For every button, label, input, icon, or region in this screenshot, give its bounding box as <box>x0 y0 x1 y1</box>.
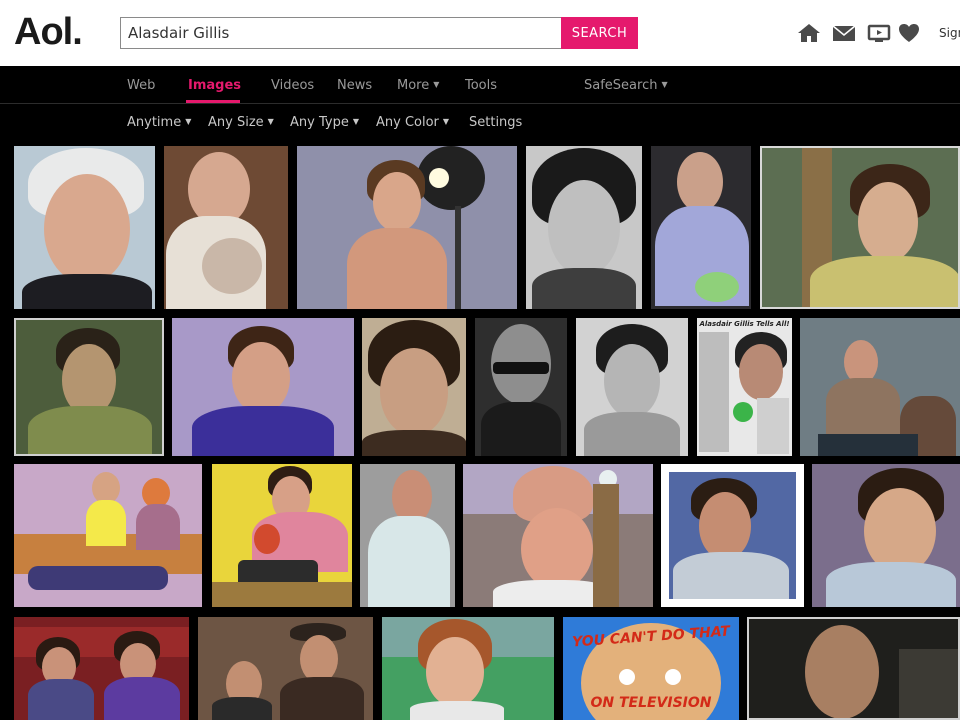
image-result[interactable] <box>747 617 960 720</box>
image-result[interactable] <box>800 318 960 456</box>
chevron-down-icon: ▼ <box>661 80 668 89</box>
tab-label: SafeSearch <box>584 78 658 93</box>
image-result[interactable] <box>661 464 804 607</box>
filter-time[interactable]: Anytime ▼ <box>127 115 191 130</box>
image-result[interactable] <box>475 318 567 456</box>
image-result[interactable] <box>360 464 455 607</box>
chevron-down-icon: ▼ <box>267 117 274 126</box>
filter-bar: Anytime ▼ Any Size ▼ Any Type ▼ Any Color ▼ … <box>0 105 960 141</box>
filter-label: Any Size <box>208 115 264 130</box>
search-input[interactable] <box>121 18 561 48</box>
image-result[interactable] <box>463 464 653 607</box>
chevron-down-icon: ▼ <box>352 117 359 126</box>
image-result[interactable] <box>14 318 164 456</box>
image-result[interactable] <box>164 146 288 309</box>
header: Aol. SEARCH Sign <box>0 0 960 66</box>
tab-label: Tools <box>465 78 498 93</box>
filter-color[interactable]: Any Color ▼ <box>376 115 449 130</box>
sign-in-link[interactable]: Sign <box>939 26 960 40</box>
filter-settings[interactable]: Settings <box>469 115 522 130</box>
filter-size[interactable]: Any Size ▼ <box>208 115 274 130</box>
tab-web[interactable]: Web <box>127 78 155 93</box>
tab-news[interactable]: News <box>337 78 372 93</box>
chevron-down-icon: ▼ <box>442 117 450 126</box>
image-result[interactable] <box>526 146 642 309</box>
image-results-grid: Alasdair Gillis Tells All! YOU CAN'T DO … <box>0 141 960 720</box>
tab-label: Images <box>188 78 242 93</box>
image-result[interactable] <box>576 318 688 456</box>
aol-logo[interactable]: Aol. <box>14 10 83 54</box>
tab-more[interactable]: More ▼ <box>397 78 439 93</box>
heart-icon[interactable] <box>896 22 922 44</box>
image-result[interactable]: Alasdair Gillis Tells All! <box>697 318 792 456</box>
chevron-down-icon: ▼ <box>185 117 192 126</box>
filter-label: Any Color <box>376 115 439 130</box>
filter-label: Any Type <box>290 115 349 130</box>
active-tab-indicator <box>186 100 240 103</box>
tab-label: Web <box>127 78 156 93</box>
search-box[interactable] <box>120 17 562 49</box>
image-result[interactable] <box>14 617 189 720</box>
tab-tools[interactable]: Tools <box>465 78 497 93</box>
search-tabs: Web Images Videos News More ▼ Tools SafeS… <box>0 66 960 104</box>
image-result[interactable]: YOU CAN'T DO THAT ON TELEVISION <box>563 617 739 720</box>
safesearch-dropdown[interactable]: SafeSearch ▼ <box>584 78 668 93</box>
search-button[interactable]: SEARCH <box>561 17 638 49</box>
tv-icon[interactable] <box>866 22 892 44</box>
mail-icon[interactable] <box>831 22 857 44</box>
image-result[interactable] <box>14 146 155 309</box>
tab-label: More <box>397 78 430 93</box>
home-icon[interactable] <box>796 22 822 44</box>
image-result[interactable] <box>812 464 960 607</box>
image-result[interactable] <box>651 146 751 309</box>
filter-type[interactable]: Any Type ▼ <box>290 115 359 130</box>
filter-label: Settings <box>469 115 523 130</box>
tab-videos[interactable]: Videos <box>271 78 314 93</box>
clipping-headline: Alasdair Gillis Tells All! <box>699 320 790 328</box>
tab-images[interactable]: Images <box>188 78 241 93</box>
image-result[interactable] <box>198 617 373 720</box>
chevron-down-icon: ▼ <box>433 80 440 89</box>
image-result[interactable] <box>172 318 354 456</box>
tab-label: Videos <box>271 78 315 93</box>
image-result[interactable] <box>212 464 352 607</box>
poster-title-bottom: ON TELEVISION <box>590 695 712 711</box>
image-result[interactable] <box>760 146 960 309</box>
image-result[interactable] <box>362 318 466 456</box>
image-result[interactable] <box>382 617 554 720</box>
tab-label: News <box>337 78 373 93</box>
filter-label: Anytime <box>127 115 182 130</box>
image-result[interactable] <box>14 464 202 607</box>
image-result[interactable] <box>297 146 517 309</box>
